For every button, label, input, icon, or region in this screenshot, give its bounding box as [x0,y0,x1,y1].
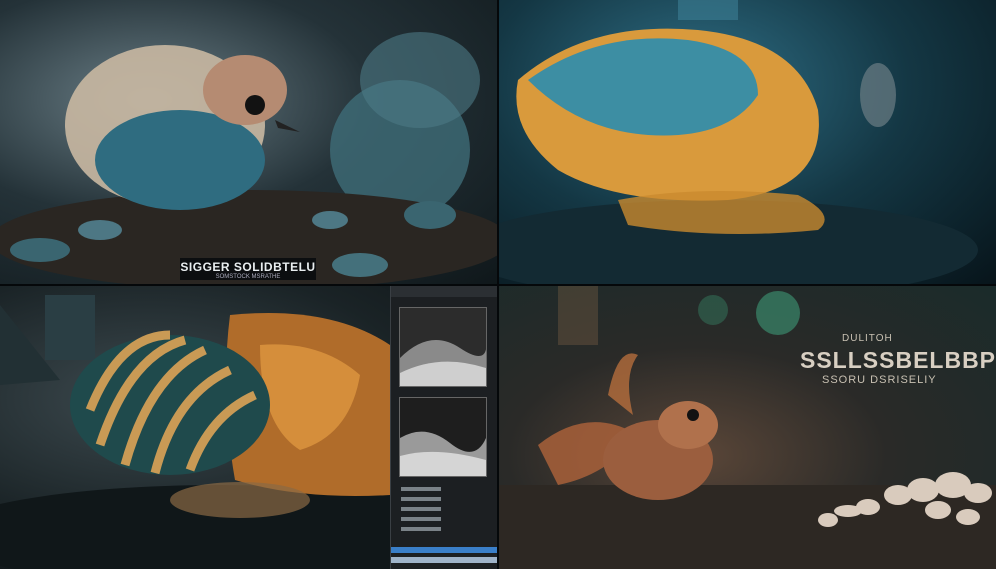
image-panel-gold-shell [498,0,996,285]
preview-thumbnail[interactable] [399,397,487,477]
caption-subtitle: SOMSTOCK MSRATHE [215,274,281,280]
panel-row [401,517,441,521]
overlay-subtitle: SSORU DSRISELIY [822,374,937,386]
panel-row [401,507,441,511]
panel-row [401,497,441,501]
image-panel-striped-urchin [0,285,498,569]
status-bar [391,557,498,563]
panel-row [401,527,441,531]
overlay-title: SSLLSSBELBBP [800,347,996,373]
caption-title: SIGGER SOLIDBTELU [180,260,316,274]
image-panel-splash-creature [498,285,996,569]
progress-bar [391,547,498,553]
preview-thumbnail[interactable] [399,307,487,387]
image-caption: SIGGER SOLIDBTELU SOMSTOCK MSRATHE [180,258,316,280]
editor-side-panel [390,285,498,569]
image-panel-creature-pebbles: SIGGER SOLIDBTELU SOMSTOCK MSRATHE [0,0,498,285]
splash-scene [498,285,996,569]
preview-thumbnail-image [400,398,486,476]
preview-thumbnail-image [400,308,486,386]
creature-scene [0,32,498,285]
shell-scene [498,0,978,285]
grid-divider-vertical [497,0,499,569]
panel-header [391,285,498,297]
overlay-small-text: DULITOH [842,333,893,344]
panel-row [401,487,441,491]
